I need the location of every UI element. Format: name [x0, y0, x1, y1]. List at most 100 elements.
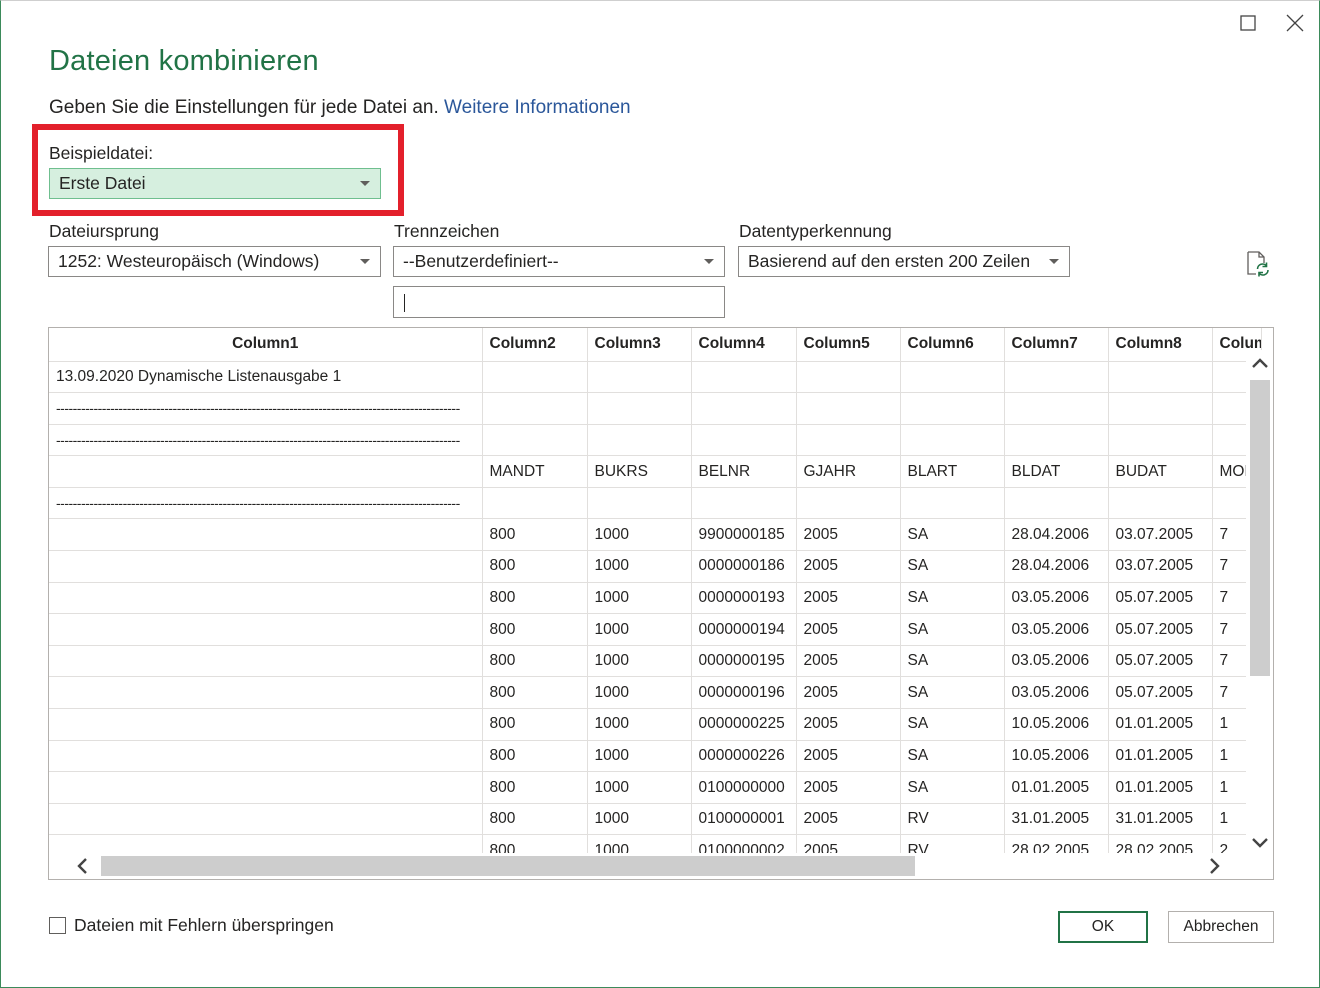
table-cell[interactable] [49, 613, 483, 646]
table-cell[interactable]: 03.05.2006 [1004, 582, 1109, 615]
table-cell[interactable] [482, 392, 588, 425]
table-cell[interactable]: 2005 [796, 550, 901, 583]
table-cell[interactable]: 1000 [587, 803, 692, 836]
table-cell[interactable]: SA [900, 771, 1005, 804]
refresh-preview-button[interactable] [1243, 249, 1271, 277]
table-cell[interactable] [49, 771, 483, 804]
table-cell[interactable]: 03.05.2006 [1004, 613, 1109, 646]
table-cell[interactable] [482, 487, 588, 520]
horizontal-scroll-thumb[interactable] [101, 856, 915, 876]
table-cell[interactable]: SA [900, 550, 1005, 583]
table-cell[interactable]: ----------------------------------------… [49, 487, 483, 520]
table-cell[interactable]: 03.07.2005 [1108, 550, 1213, 583]
table-cell[interactable]: MANDT [482, 455, 588, 488]
column-header[interactable]: Column7 [1004, 328, 1109, 362]
table-cell[interactable] [49, 708, 483, 741]
table-cell[interactable] [587, 424, 692, 457]
table-cell[interactable]: 0000000194 [691, 613, 797, 646]
table-cell[interactable]: 0000000186 [691, 550, 797, 583]
table-cell[interactable] [900, 361, 1005, 394]
table-cell[interactable] [796, 361, 901, 394]
skip-errors-checkbox[interactable] [49, 917, 66, 934]
table-cell[interactable]: 0100000001 [691, 803, 797, 836]
table-cell[interactable] [1004, 361, 1109, 394]
table-cell[interactable]: 2005 [796, 708, 901, 741]
table-cell[interactable]: 03.05.2006 [1004, 645, 1109, 678]
column-header[interactable]: Column2 [482, 328, 588, 362]
table-cell[interactable]: 0000000225 [691, 708, 797, 741]
table-cell[interactable] [900, 487, 1005, 520]
table-cell[interactable]: 1000 [587, 645, 692, 678]
vertical-scroll-thumb[interactable] [1250, 380, 1270, 676]
table-cell[interactable]: BELNR [691, 455, 797, 488]
table-cell[interactable]: 01.01.2005 [1108, 771, 1213, 804]
table-cell[interactable]: 01.01.2005 [1004, 771, 1109, 804]
table-cell[interactable] [49, 676, 483, 710]
table-cell[interactable]: 1000 [587, 518, 692, 552]
table-cell[interactable]: 28.04.2006 [1004, 550, 1109, 583]
table-cell[interactable]: 2005 [796, 613, 901, 646]
table-cell[interactable] [587, 392, 692, 425]
table-cell[interactable]: 2005 [796, 740, 901, 773]
table-cell[interactable]: 800 [482, 613, 588, 646]
table-cell[interactable]: 1000 [587, 613, 692, 646]
table-cell[interactable]: 2005 [796, 645, 901, 678]
table-cell[interactable]: 9900000185 [691, 518, 797, 552]
table-cell[interactable]: BLART [900, 455, 1005, 488]
column-header[interactable]: Column1 [49, 328, 483, 362]
table-cell[interactable]: SA [900, 582, 1005, 615]
table-cell[interactable] [49, 740, 483, 773]
close-button[interactable] [1280, 9, 1310, 37]
scroll-up-button[interactable] [1249, 352, 1271, 374]
table-cell[interactable]: 05.07.2005 [1108, 645, 1213, 678]
table-cell[interactable]: 05.07.2005 [1108, 676, 1213, 710]
table-cell[interactable]: 0100000000 [691, 771, 797, 804]
table-cell[interactable]: ----------------------------------------… [49, 392, 483, 425]
table-cell[interactable]: 2005 [796, 803, 901, 836]
table-cell[interactable]: 1000 [587, 582, 692, 615]
column-header[interactable]: Column8 [1108, 328, 1213, 362]
table-cell[interactable]: 13.09.2020 Dynamische Listenausgabe 1 [49, 361, 483, 394]
file-origin-dropdown[interactable]: 1252: Westeuropäisch (Windows) [48, 246, 381, 277]
table-cell[interactable]: BUDAT [1108, 455, 1213, 488]
table-cell[interactable]: 800 [482, 708, 588, 741]
ok-button[interactable]: OK [1058, 911, 1148, 943]
table-cell[interactable]: 0000000226 [691, 740, 797, 773]
vertical-scrollbar[interactable] [1246, 350, 1273, 855]
table-cell[interactable]: ----------------------------------------… [49, 424, 483, 457]
table-cell[interactable]: 05.07.2005 [1108, 613, 1213, 646]
table-cell[interactable] [691, 424, 797, 457]
table-cell[interactable] [1108, 424, 1213, 457]
table-cell[interactable]: 1000 [587, 740, 692, 773]
table-cell[interactable] [796, 392, 901, 425]
table-cell[interactable]: 800 [482, 645, 588, 678]
table-cell[interactable] [482, 361, 588, 394]
scroll-right-button[interactable] [1204, 855, 1226, 877]
data-type-detection-dropdown[interactable]: Basierend auf den ersten 200 Zeilen [738, 246, 1070, 277]
custom-delimiter-input[interactable] [393, 286, 725, 318]
table-cell[interactable]: 1000 [587, 771, 692, 804]
table-cell[interactable]: 2005 [796, 582, 901, 615]
scroll-down-button[interactable] [1249, 832, 1271, 854]
table-cell[interactable]: 05.07.2005 [1108, 582, 1213, 615]
table-cell[interactable]: SA [900, 676, 1005, 710]
table-cell[interactable] [900, 424, 1005, 457]
table-cell[interactable] [587, 361, 692, 394]
table-cell[interactable] [1108, 392, 1213, 425]
table-cell[interactable]: SA [900, 740, 1005, 773]
table-cell[interactable] [49, 582, 483, 615]
table-cell[interactable]: 2005 [796, 518, 901, 552]
table-cell[interactable]: 01.01.2005 [1108, 708, 1213, 741]
table-cell[interactable]: BLDAT [1004, 455, 1109, 488]
table-cell[interactable] [1004, 487, 1109, 520]
column-header[interactable]: Column4 [691, 328, 797, 362]
cancel-button[interactable]: Abbrechen [1168, 911, 1274, 943]
table-cell[interactable]: 2005 [796, 771, 901, 804]
table-cell[interactable]: 800 [482, 740, 588, 773]
table-cell[interactable] [691, 392, 797, 425]
table-cell[interactable]: RV [900, 803, 1005, 836]
table-cell[interactable]: 28.04.2006 [1004, 518, 1109, 552]
table-cell[interactable]: 03.07.2005 [1108, 518, 1213, 552]
table-cell[interactable] [49, 550, 483, 583]
table-cell[interactable] [49, 455, 483, 488]
